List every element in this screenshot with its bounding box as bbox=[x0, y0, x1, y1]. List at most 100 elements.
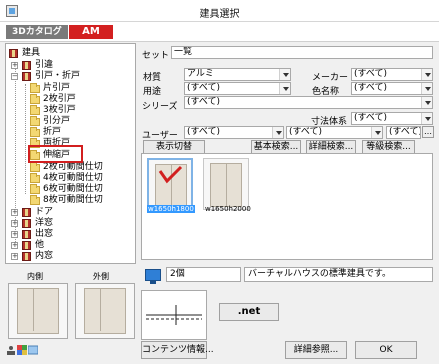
chevron-down-icon[interactable] bbox=[371, 127, 382, 138]
chevron-down-icon[interactable] bbox=[421, 97, 432, 108]
contents-info-button[interactable]: コンテンツ情報... bbox=[141, 341, 214, 359]
chevron-down-icon[interactable] bbox=[272, 127, 283, 138]
set-label: セット bbox=[142, 51, 170, 61]
expand-plus-icon[interactable]: + bbox=[11, 253, 18, 260]
catalog-book-icon bbox=[9, 49, 18, 58]
tree-item-label: 8枚可動間仕切 bbox=[43, 195, 103, 205]
color-palette-icon bbox=[17, 345, 27, 355]
grade-search-button[interactable]: 等級検索... bbox=[362, 140, 415, 154]
tree-item-label: 内窓 bbox=[35, 251, 54, 261]
window-title: 建具選択 bbox=[199, 9, 240, 20]
chevron-down-icon[interactable] bbox=[421, 83, 432, 94]
item-grid: w1650h1800 w1650h2000 bbox=[141, 153, 433, 260]
user-select-1[interactable]: (すべて) bbox=[184, 126, 284, 139]
folder-icon bbox=[30, 94, 40, 104]
folder-icon bbox=[30, 83, 40, 93]
folder-icon bbox=[30, 162, 40, 172]
material-label: 材質 bbox=[143, 73, 162, 83]
display-switch-button[interactable]: 表示切替 bbox=[143, 140, 205, 154]
tree-item-label: 片引戸 bbox=[43, 83, 71, 93]
catalog-book-icon bbox=[22, 208, 31, 217]
dimension-value: (すべて) bbox=[354, 113, 388, 123]
item-description: バーチャルハウスの標準建具です。 bbox=[244, 267, 433, 282]
maker-value: (すべて) bbox=[354, 69, 388, 79]
catalog-book-icon bbox=[22, 252, 31, 261]
expand-plus-icon[interactable]: + bbox=[11, 209, 18, 216]
inside-label: 内側 bbox=[27, 272, 43, 281]
maker-select[interactable]: (すべて) bbox=[351, 68, 433, 81]
catalog-book-icon bbox=[22, 241, 31, 250]
material-value: アルミ bbox=[187, 69, 214, 79]
plan-drawing bbox=[146, 305, 202, 325]
user-value-2: (すべて) bbox=[289, 127, 323, 137]
check-icon bbox=[158, 165, 183, 184]
title-bar: 建具選択 bbox=[0, 0, 439, 22]
door-preview-image bbox=[17, 288, 59, 334]
tree-item-label: 洋窓 bbox=[35, 218, 54, 228]
chevron-down-icon[interactable] bbox=[279, 83, 290, 94]
tree-item-label: 折戸 bbox=[43, 127, 62, 137]
more-button[interactable]: … bbox=[422, 126, 434, 138]
monitor-icon bbox=[145, 269, 161, 284]
grid-item-label: w1650h2000 bbox=[205, 205, 251, 213]
tree-item-label: 引戸・折戸 bbox=[35, 71, 81, 81]
set-field[interactable]: 一覧 bbox=[171, 46, 433, 59]
user-value-3: (すべて) bbox=[389, 127, 421, 137]
use-select[interactable]: (すべて) bbox=[184, 82, 291, 95]
grid-item-w1650h2000[interactable] bbox=[203, 158, 249, 210]
expand-plus-icon[interactable]: + bbox=[11, 231, 18, 238]
tree-item-label: 6枚可動間仕切 bbox=[43, 184, 103, 194]
logo-strip: 3Dカタログ AM bbox=[0, 22, 439, 42]
net-button[interactable]: .net bbox=[219, 303, 279, 321]
tree-item-label: 建具 bbox=[22, 48, 41, 58]
detail-reference-button[interactable]: 詳細参照... bbox=[285, 341, 347, 359]
expand-plus-icon[interactable]: + bbox=[11, 220, 18, 227]
expand-plus-icon[interactable]: + bbox=[11, 62, 18, 69]
tree-item-label: 出窓 bbox=[35, 229, 54, 239]
folder-icon bbox=[30, 116, 40, 126]
tree-item-label: 4枚可動間仕切 bbox=[43, 173, 103, 183]
color-value: (すべて) bbox=[354, 83, 388, 93]
expand-plus-icon[interactable]: + bbox=[11, 242, 18, 249]
chevron-down-icon[interactable] bbox=[279, 69, 290, 80]
inside-preview bbox=[8, 283, 68, 339]
door-thumbnail bbox=[210, 163, 242, 207]
user-select-3[interactable]: (すべて) bbox=[386, 126, 421, 139]
category-tree[interactable]: 建具 + 引違 − 引戸・折戸 片引戸 2枚引戸 3枚引戸 引分戸 折戸 両折戸… bbox=[5, 43, 136, 264]
plan-view bbox=[141, 290, 207, 340]
folder-icon bbox=[30, 173, 40, 183]
use-label: 用途 bbox=[143, 87, 162, 97]
collapse-minus-icon[interactable]: − bbox=[11, 73, 18, 80]
tree-item-label: 引違 bbox=[35, 60, 54, 70]
catalog-book-icon bbox=[22, 219, 31, 228]
catalog-book-icon bbox=[22, 230, 31, 239]
outside-label: 外側 bbox=[93, 272, 109, 281]
tree-item-label: 2枚引戸 bbox=[43, 94, 76, 104]
series-value: (すべて) bbox=[187, 97, 221, 107]
dimension-select[interactable]: (すべて) bbox=[351, 112, 433, 125]
detail-search-button[interactable]: 詳細検索... bbox=[306, 140, 356, 154]
user-select-2[interactable]: (すべて) bbox=[286, 126, 383, 139]
tree-item-label: 3枚引戸 bbox=[43, 105, 76, 115]
maker-label: メーカー bbox=[312, 73, 349, 83]
folder-icon bbox=[30, 105, 40, 115]
catalog-logo: 3Dカタログ bbox=[6, 25, 68, 39]
grid-item-label: w1650h1800 bbox=[147, 205, 195, 213]
color-select[interactable]: (すべて) bbox=[351, 82, 433, 95]
highlight-box bbox=[28, 145, 83, 163]
use-value: (すべて) bbox=[187, 83, 221, 93]
ok-button[interactable]: OK bbox=[355, 341, 417, 359]
item-count: 2個 bbox=[166, 267, 241, 282]
folder-icon bbox=[30, 195, 40, 205]
catalog-book-icon bbox=[22, 61, 31, 70]
basic-search-button[interactable]: 基本検索... bbox=[251, 140, 301, 154]
chevron-down-icon[interactable] bbox=[421, 113, 432, 124]
material-select[interactable]: アルミ bbox=[184, 68, 291, 81]
series-select[interactable]: (すべて) bbox=[184, 96, 433, 109]
chevron-down-icon[interactable] bbox=[421, 69, 432, 80]
image-icon bbox=[28, 345, 38, 355]
am-logo: AM bbox=[69, 25, 113, 39]
catalog-book-icon bbox=[22, 72, 31, 81]
tree-guide-line bbox=[25, 84, 26, 194]
tree-item-label: 2枚可動間仕切 bbox=[43, 162, 103, 172]
